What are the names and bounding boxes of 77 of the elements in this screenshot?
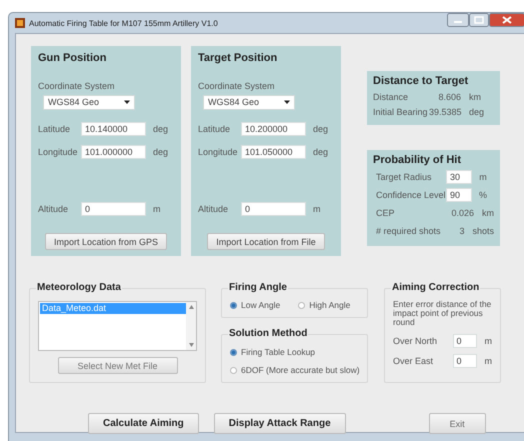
panel-title: Gun Position xyxy=(38,52,108,64)
text-field[interactable]: 0 xyxy=(81,202,146,216)
unit-label: deg xyxy=(153,124,168,134)
output-value: 3 xyxy=(458,226,464,236)
coordinate-dropdown[interactable]: WGS84 Geo xyxy=(43,95,135,110)
field-label: Coordinate System xyxy=(198,81,276,91)
group-title: Solution Method xyxy=(228,328,308,339)
output-value: 0.026 xyxy=(450,208,474,218)
action-button[interactable]: Display Attack Range xyxy=(214,413,346,434)
app-icon xyxy=(15,18,25,28)
text-field[interactable]: 0 xyxy=(241,202,306,216)
radio-option[interactable]: High Angle xyxy=(298,300,350,310)
coordinate-dropdown[interactable]: WGS84 Geo xyxy=(203,95,295,110)
unit-label: km xyxy=(482,208,494,218)
field-label: Distance xyxy=(373,92,410,102)
unit-label: km xyxy=(469,92,481,102)
radio-option[interactable]: Low Angle xyxy=(230,300,280,310)
field-label: Over East xyxy=(393,356,434,366)
unit-label: m xyxy=(484,336,492,346)
import-button[interactable]: Import Location from GPS xyxy=(44,233,168,250)
field-label: Altitude xyxy=(38,204,70,214)
field-label: # required shots xyxy=(376,226,441,236)
group-title: Meteorology Data xyxy=(36,282,122,293)
scroll-up-arrow-icon[interactable] xyxy=(188,305,194,309)
panel-title: Probability of Hit xyxy=(373,154,462,166)
field-label: Latitude xyxy=(198,124,232,134)
text-field[interactable]: 10.200000 xyxy=(241,122,306,136)
field-label: Target Radius xyxy=(376,172,432,182)
output-value: 8.606 xyxy=(437,92,461,102)
close-icon[interactable] xyxy=(489,13,524,27)
text-field[interactable]: 90 xyxy=(446,188,472,202)
scrollbar[interactable] xyxy=(186,302,196,350)
scroll-down-arrow-icon[interactable] xyxy=(188,343,194,347)
text-field[interactable]: 101.000000 xyxy=(81,144,146,159)
unit-label: m xyxy=(484,356,492,366)
unit-label: deg xyxy=(153,146,168,157)
unit-label: m xyxy=(478,172,488,182)
field-label: CEP xyxy=(376,208,396,218)
window-title: Automatic Firing Table for M107 155mm Artillery V1.0 xyxy=(29,18,218,28)
output-value: 39.5385 xyxy=(429,106,461,116)
text-field[interactable]: 101.050000 xyxy=(241,144,306,159)
unit-label: % xyxy=(478,190,488,200)
unit-label: m xyxy=(313,204,320,214)
field-label: Initial Bearing xyxy=(373,106,429,116)
field-label: Latitude xyxy=(38,124,72,134)
instruction-text: Enter error distance of the impact point of previous round xyxy=(393,300,492,327)
dropdown-value: WGS84 Geo xyxy=(48,97,100,108)
field-label: Confidence Level xyxy=(376,190,446,200)
unit-label: deg xyxy=(313,146,328,157)
text-field[interactable]: 30 xyxy=(446,170,472,184)
minimize-icon[interactable] xyxy=(447,13,469,27)
unit-label: shots xyxy=(472,226,494,236)
select-file-button[interactable]: Select New Met File xyxy=(58,357,178,374)
text-field[interactable]: 0 xyxy=(452,334,476,348)
dropdown-arrow-icon[interactable] xyxy=(284,99,290,106)
panel-title: Target Position xyxy=(198,52,278,64)
radio-option[interactable]: 6DOF (More accurate but slow) xyxy=(230,365,360,375)
dropdown-arrow-icon[interactable] xyxy=(124,99,130,106)
radio-option[interactable]: Firing Table Lookup xyxy=(230,347,316,357)
dropdown-value: WGS84 Geo xyxy=(208,97,260,108)
action-button[interactable]: Exit xyxy=(428,413,486,434)
text-field[interactable]: 10.140000 xyxy=(81,122,146,136)
unit-label: m xyxy=(153,204,160,214)
maximize-icon[interactable] xyxy=(469,13,489,27)
import-button[interactable]: Import Location from File xyxy=(207,233,325,250)
action-button[interactable]: Calculate Aiming xyxy=(88,413,199,434)
field-label: Over North xyxy=(393,336,438,346)
panel-title: Distance to Target xyxy=(373,75,470,87)
field-label: Altitude xyxy=(198,204,230,214)
field-label: Longitude xyxy=(38,146,79,157)
field-label: Coordinate System xyxy=(38,81,116,91)
unit-label: deg xyxy=(313,124,328,134)
text-field[interactable]: 0 xyxy=(452,354,476,368)
group-title: Firing Angle xyxy=(228,282,288,293)
field-label: Longitude xyxy=(198,146,239,157)
group-title: Aiming Correction xyxy=(391,282,480,293)
unit-label: deg xyxy=(469,106,484,116)
